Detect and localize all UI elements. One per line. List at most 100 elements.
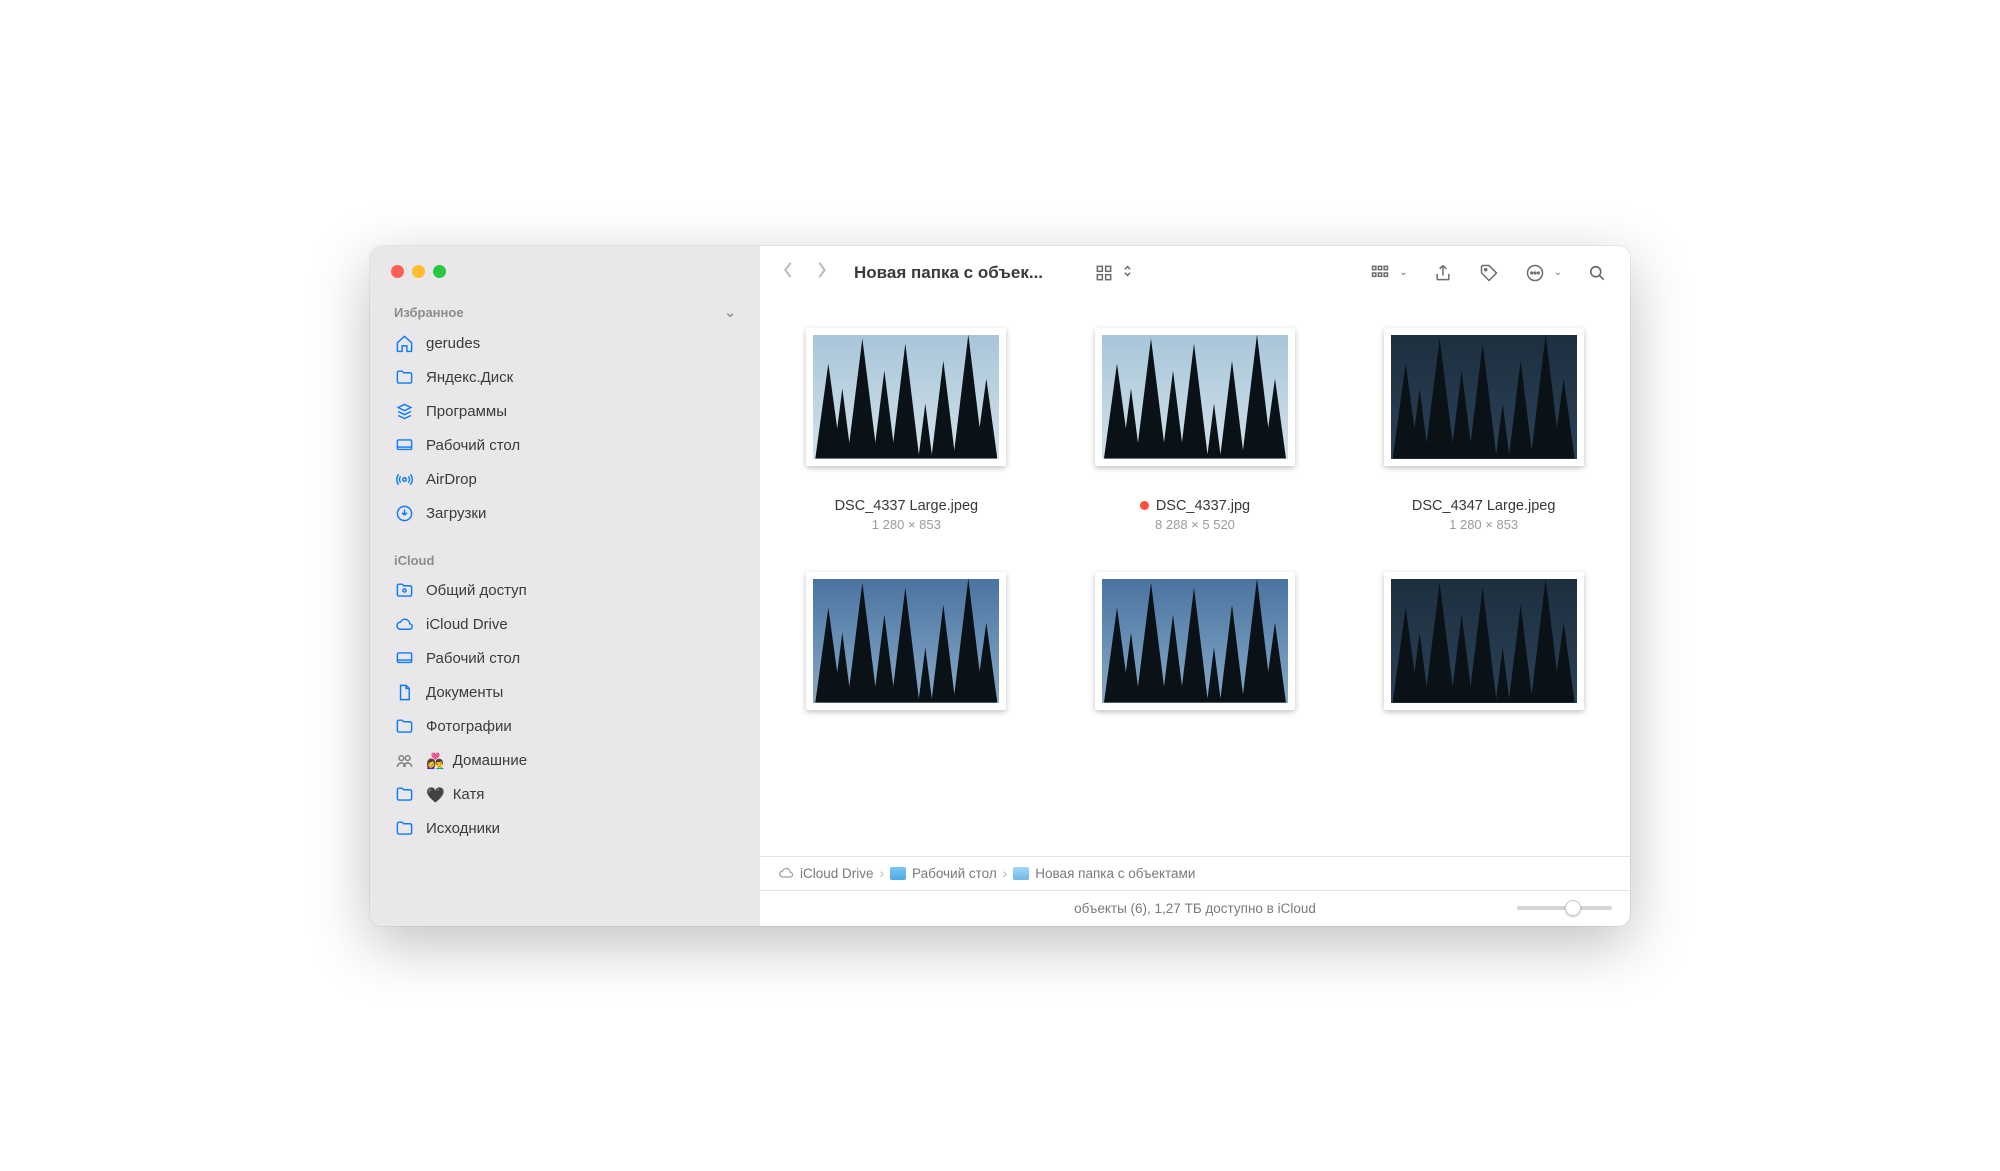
sidebar-item-sources[interactable]: Исходники <box>370 812 760 846</box>
sidebar-item-desktop-icloud[interactable]: Рабочий стол <box>370 642 760 676</box>
file-dimensions: 8 288 × 5 520 <box>1155 517 1235 532</box>
folder-icon <box>394 785 414 805</box>
chevron-right-icon: › <box>880 866 885 881</box>
sidebar-item-label: Домашние <box>453 752 527 769</box>
finder-window: Избранное ⌄ gerudes Яндекс.Диск Программ… <box>370 246 1630 926</box>
thumbnail <box>1095 328 1295 466</box>
chevron-right-icon: › <box>1003 866 1008 881</box>
favorites-label: Избранное <box>394 305 464 320</box>
path-crumb-desktop[interactable]: Рабочий стол <box>890 866 997 881</box>
sidebar-item-label: Рабочий стол <box>426 437 520 454</box>
home-icon <box>394 334 414 354</box>
icloud-header[interactable]: iCloud <box>370 549 760 574</box>
sidebar-item-desktop[interactable]: Рабочий стол <box>370 429 760 463</box>
sidebar-item-yandex[interactable]: Яндекс.Диск <box>370 361 760 395</box>
sidebar-item-label: Загрузки <box>426 505 486 522</box>
path-crumb-current[interactable]: Новая папка с объектами <box>1013 866 1195 881</box>
shared-folder-icon <box>394 581 414 601</box>
sidebar-item-home[interactable]: gerudes <box>370 327 760 361</box>
file-name-text: DSC_4347 Large.jpeg <box>1412 498 1556 514</box>
window-controls <box>370 265 760 300</box>
action-menu-button[interactable]: ⌄ <box>1524 262 1562 284</box>
file-item[interactable]: DSC_4337.jpg 8 288 × 5 520 <box>1080 328 1310 532</box>
nav-buttons <box>782 261 828 284</box>
file-item[interactable] <box>791 572 1021 710</box>
status-bar: объекты (6), 1,27 ТБ доступно в iCloud <box>760 890 1630 926</box>
sidebar-item-katya[interactable]: 🖤 Катя <box>370 778 760 812</box>
maximize-button[interactable] <box>433 265 446 278</box>
file-name: DSC_4337 Large.jpeg <box>835 498 979 514</box>
sidebar-item-icloud-drive[interactable]: iCloud Drive <box>370 608 760 642</box>
chevron-down-icon: ⌄ <box>1554 267 1562 278</box>
sidebar-item-label: gerudes <box>426 335 480 352</box>
thumbnail <box>1384 572 1584 710</box>
favorites-header[interactable]: Избранное ⌄ <box>370 300 760 327</box>
thumbnail <box>806 572 1006 710</box>
file-item[interactable]: DSC_4347 Large.jpeg 1 280 × 853 <box>1369 328 1599 532</box>
sidebar-item-label: Рабочий стол <box>426 650 520 667</box>
sidebar-item-label: Документы <box>426 684 503 701</box>
more-icon <box>1524 262 1546 284</box>
status-text: объекты (6), 1,27 ТБ доступно в iCloud <box>1074 901 1316 916</box>
sidebar-item-downloads[interactable]: Загрузки <box>370 497 760 531</box>
sidebar-item-label: Катя <box>453 786 485 803</box>
sidebar-item-photos[interactable]: Фотографии <box>370 710 760 744</box>
toolbar-actions: ⌄ ⌄ <box>1369 262 1608 284</box>
file-item[interactable]: DSC_4337 Large.jpeg1 280 × 853 <box>791 328 1021 532</box>
sidebar-item-home-folder[interactable]: 👩‍❤️‍👨 Домашние <box>370 744 760 778</box>
file-name-text: DSC_4337 Large.jpeg <box>835 498 979 514</box>
desktop-icon <box>394 649 414 669</box>
file-name: DSC_4337.jpg <box>1140 498 1250 514</box>
thumbnail <box>1095 572 1295 710</box>
search-button[interactable] <box>1586 262 1608 284</box>
file-dimensions: 1 280 × 853 <box>1449 517 1518 532</box>
path-crumb-icloud[interactable]: iCloud Drive <box>778 865 874 881</box>
file-item[interactable] <box>1369 572 1599 710</box>
heart-icon: 🖤 <box>426 786 445 804</box>
file-grid: DSC_4337 Large.jpeg1 280 × 853DSC_4337.j… <box>760 300 1630 856</box>
file-name: DSC_4347 Large.jpeg <box>1412 498 1556 514</box>
sidebar-item-label: iCloud Drive <box>426 616 508 633</box>
folder-icon <box>1013 867 1029 880</box>
tag-button[interactable] <box>1478 262 1500 284</box>
sidebar: Избранное ⌄ gerudes Яндекс.Диск Программ… <box>370 246 760 926</box>
sidebar-item-shared[interactable]: Общий доступ <box>370 574 760 608</box>
folder-icon <box>890 867 906 880</box>
group-by-button[interactable]: ⌄ <box>1369 262 1407 284</box>
sidebar-item-label: AirDrop <box>426 471 477 488</box>
forward-button[interactable] <box>816 261 828 284</box>
toolbar: Новая папка с объек... ⌄ <box>760 246 1630 300</box>
sidebar-item-apps[interactable]: Программы <box>370 395 760 429</box>
share-button[interactable] <box>1432 262 1454 284</box>
main-panel: Новая папка с объек... ⌄ <box>760 246 1630 926</box>
file-name-text: DSC_4337.jpg <box>1156 498 1250 514</box>
cloud-icon <box>778 865 794 881</box>
crumb-label: Рабочий стол <box>912 866 997 881</box>
sidebar-item-documents[interactable]: Документы <box>370 676 760 710</box>
updown-caret-icon <box>1123 264 1132 281</box>
view-switcher[interactable] <box>1093 262 1132 284</box>
emoji-icon: 👩‍❤️‍👨 <box>426 752 445 770</box>
apps-icon <box>394 402 414 422</box>
thumbnail <box>1384 328 1584 466</box>
sidebar-item-label: Общий доступ <box>426 582 527 599</box>
file-item[interactable] <box>1080 572 1310 710</box>
chevron-down-icon: ⌄ <box>1399 267 1407 278</box>
minimize-button[interactable] <box>412 265 425 278</box>
tag-dot-icon <box>1140 501 1149 510</box>
close-button[interactable] <box>391 265 404 278</box>
cloud-icon <box>394 615 414 635</box>
thumbnail <box>806 328 1006 466</box>
document-icon <box>394 683 414 703</box>
crumb-label: iCloud Drive <box>800 866 874 881</box>
sidebar-item-label: Исходники <box>426 820 500 837</box>
sidebar-item-airdrop[interactable]: AirDrop <box>370 463 760 497</box>
folder-icon <box>394 819 414 839</box>
grid-view-icon <box>1093 262 1115 284</box>
sidebar-item-label: Яндекс.Диск <box>426 369 513 386</box>
zoom-slider[interactable] <box>1517 906 1612 910</box>
people-icon <box>394 751 414 771</box>
crumb-label: Новая папка с объектами <box>1035 866 1195 881</box>
back-button[interactable] <box>782 261 794 284</box>
icloud-label: iCloud <box>394 553 434 568</box>
